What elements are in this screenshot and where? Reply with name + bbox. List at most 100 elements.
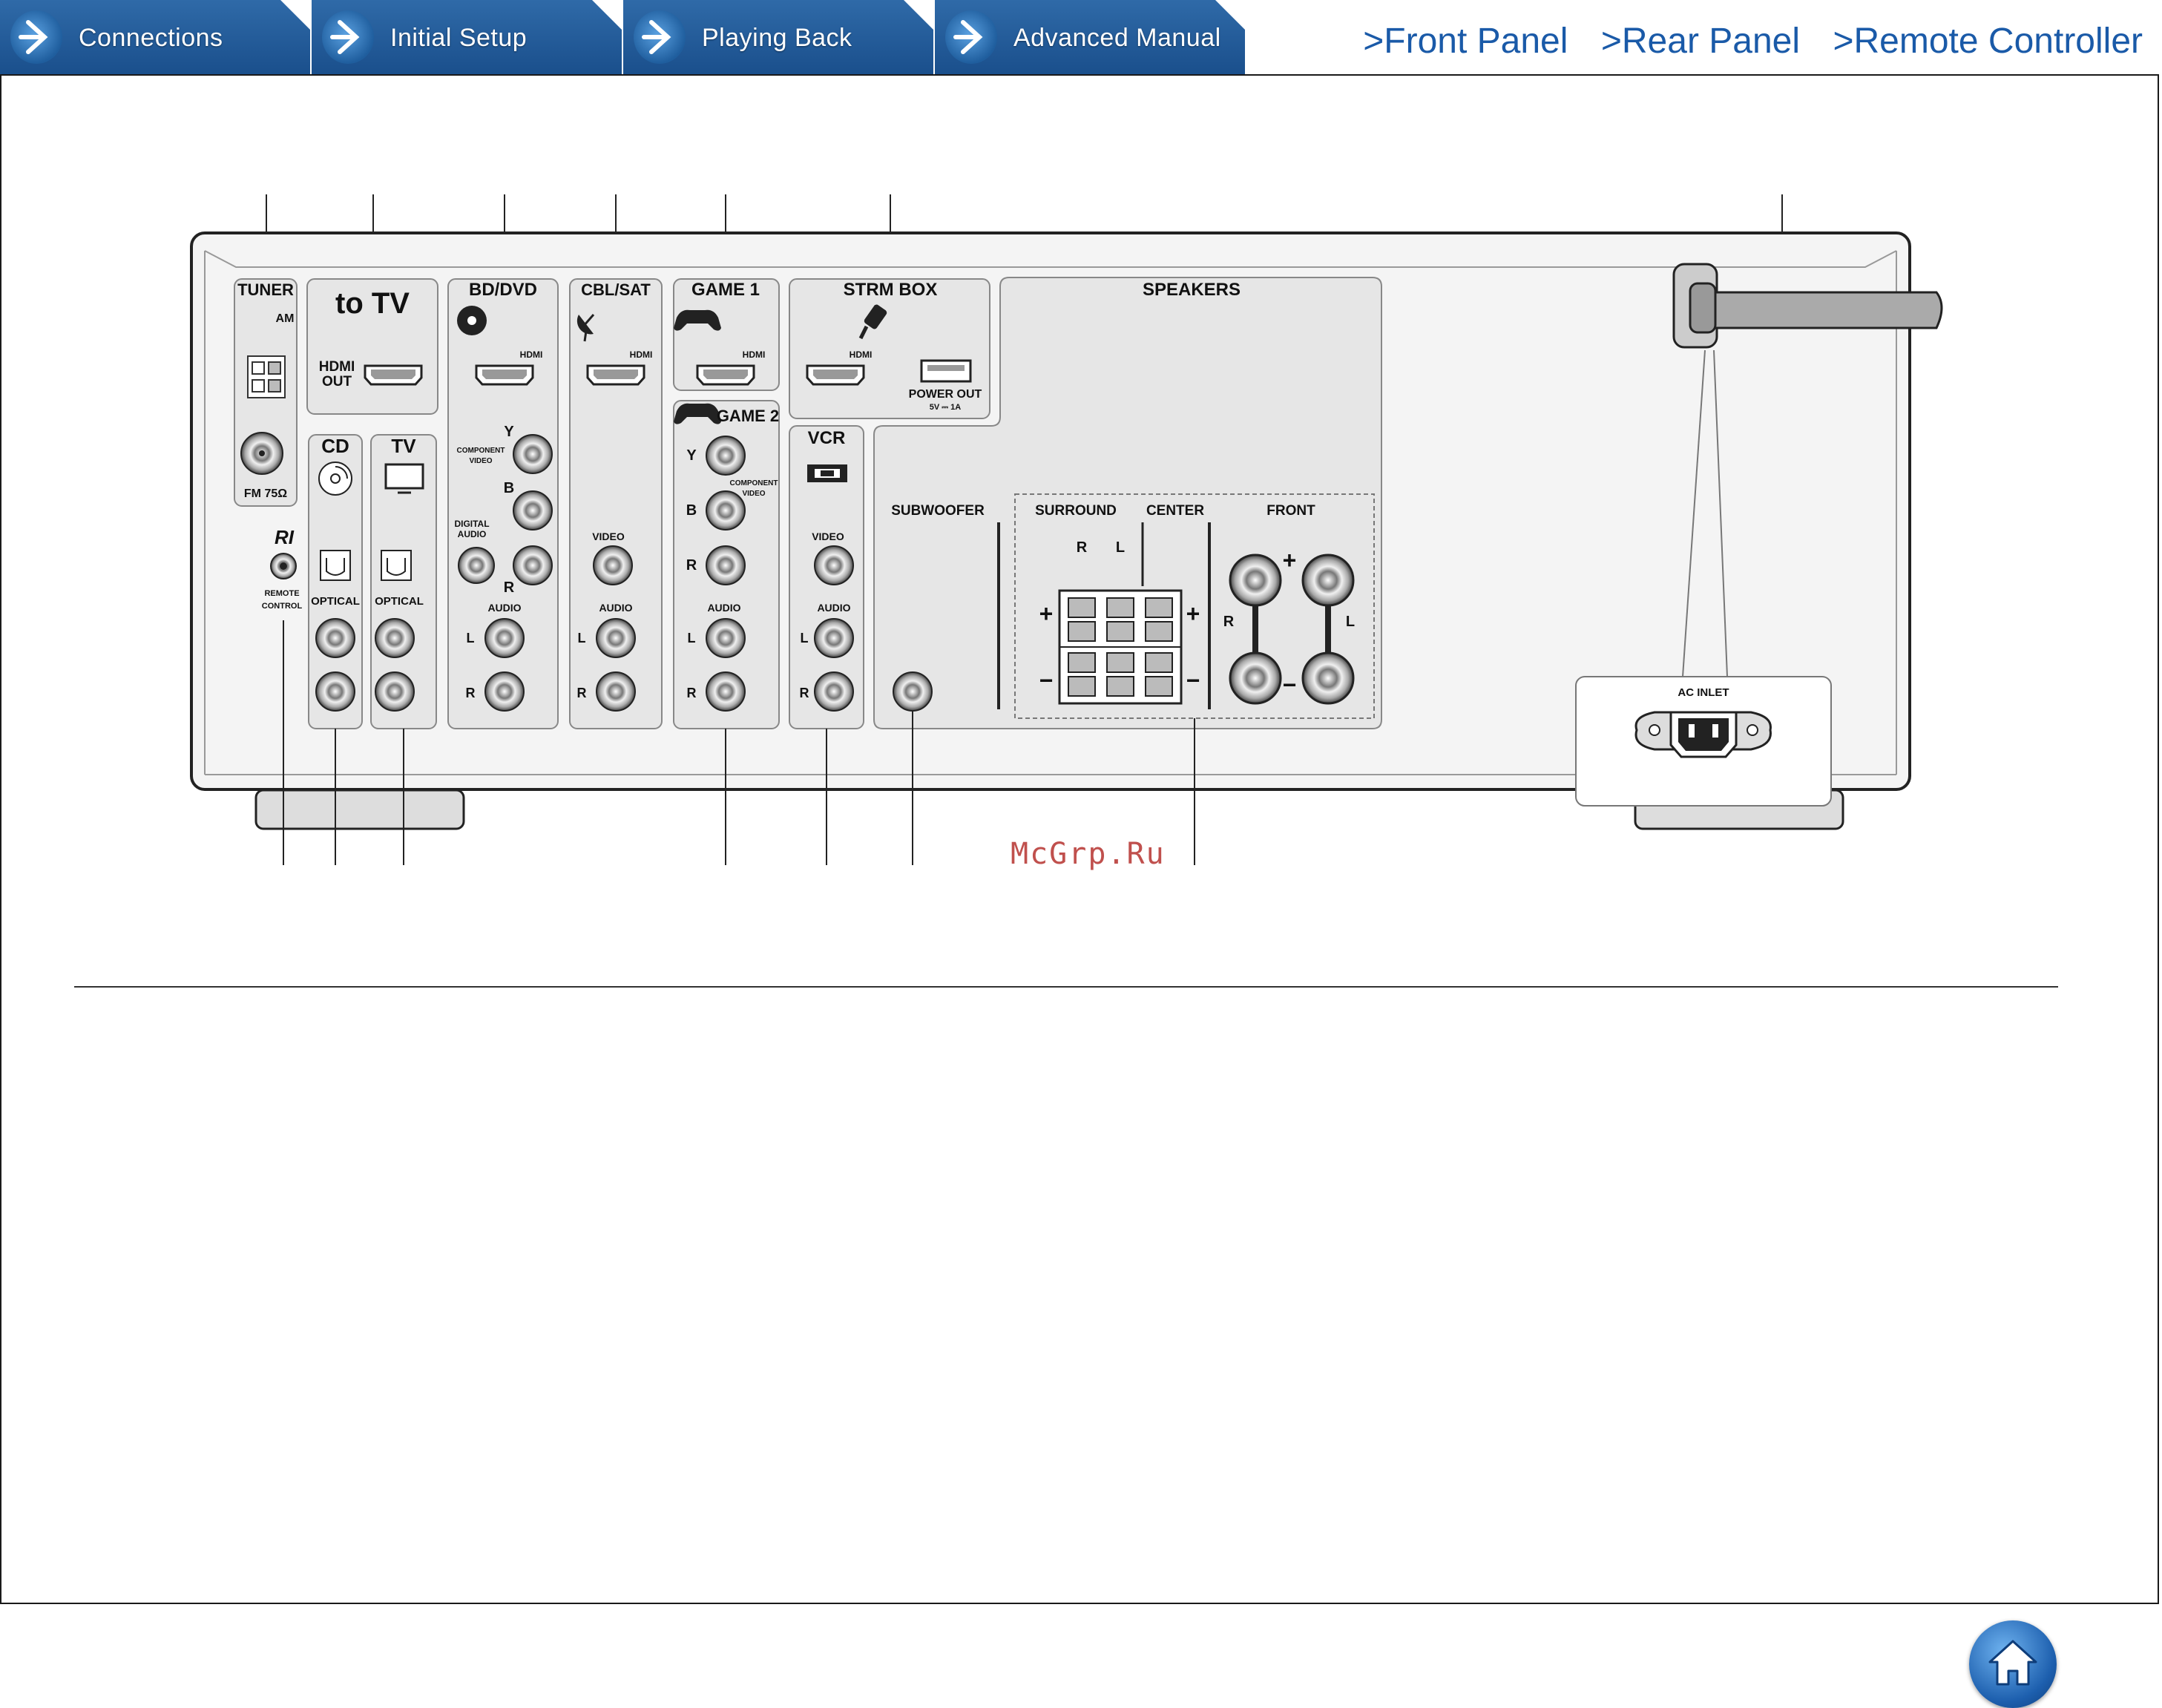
tuner-section: TUNER AM FM 75Ω <box>234 278 298 507</box>
vcr-video-label: VIDEO <box>812 531 844 542</box>
cbl-sat-hdmi-port[interactable] <box>586 364 645 386</box>
cassette-icon <box>807 464 847 482</box>
disc-icon <box>457 306 487 335</box>
cbl-sat-l-label: L <box>578 631 586 646</box>
bd-dvd-component-y-jack[interactable] <box>513 434 553 474</box>
bd-dvd-digital-label-2: AUDIO <box>458 529 487 539</box>
hdmi-out-port[interactable] <box>364 364 423 386</box>
tv-audio-l-jack[interactable] <box>375 618 415 658</box>
game1-section: GAME 1 HDMI <box>673 278 780 391</box>
front-r-label: R <box>1223 614 1235 630</box>
bd-dvd-title: BD/DVD <box>469 280 537 300</box>
tv-optical-label: OPTICAL <box>375 595 424 608</box>
strm-box-title: STRM BOX <box>844 280 938 300</box>
surround-label: SURROUND <box>1035 503 1117 519</box>
surround-center-terminal-block[interactable] <box>1058 589 1183 705</box>
bd-dvd-r2-label: R <box>466 686 476 700</box>
bd-dvd-audio-l-jack[interactable] <box>484 618 525 658</box>
game2-component-label-1: COMPONENT <box>730 479 778 487</box>
tv-title: TV <box>391 435 416 457</box>
to-tv-section: to TV HDMI OUT <box>306 278 438 415</box>
tuner-title: TUNER <box>237 280 294 299</box>
tv-section: TV OPTICAL <box>370 434 437 729</box>
ri-logo: RI <box>275 526 295 548</box>
fm-antenna-jack[interactable] <box>240 432 283 475</box>
game2-y-label: Y <box>686 447 697 464</box>
am-antenna-terminal[interactable] <box>247 355 286 398</box>
game2-component-b-jack[interactable] <box>706 490 746 531</box>
cd-optical-label: OPTICAL <box>311 595 360 608</box>
rear-panel-diagram: TUNER AM FM 75Ω to TV HDMI OUT RI REMOTE… <box>190 194 1943 865</box>
cbl-sat-video-jack[interactable] <box>593 545 633 585</box>
bd-dvd-section: BD/DVD HDMI Y COMPONENT VIDEO B R DIGITA… <box>447 278 559 729</box>
front-l-plus-terminal[interactable] <box>1301 554 1355 607</box>
home-button[interactable] <box>1969 1620 2057 1708</box>
vcr-l-label: L <box>801 631 809 646</box>
cbl-sat-r-label: R <box>577 686 587 700</box>
vcr-audio-r-jack[interactable] <box>814 671 854 712</box>
game2-audio-r-jack[interactable] <box>706 671 746 712</box>
surround-r-label: R <box>1077 539 1088 556</box>
ac-inlet-socket[interactable] <box>1634 711 1772 758</box>
center-label: CENTER <box>1146 503 1204 519</box>
bd-dvd-y-label: Y <box>504 424 514 440</box>
cd-optical-port[interactable] <box>320 550 351 581</box>
game2-component-r-jack[interactable] <box>706 545 746 585</box>
bd-dvd-component-b-jack[interactable] <box>513 490 553 531</box>
hdmi-out-label-1: HDMI <box>319 359 355 375</box>
plus-sign: + <box>1186 600 1200 627</box>
bd-dvd-hdmi-port[interactable] <box>475 364 534 386</box>
bd-dvd-audio-label: AUDIO <box>487 602 521 614</box>
usb-power-out-port[interactable] <box>920 359 972 383</box>
ac-inlet-label: AC INLET <box>1678 686 1729 699</box>
game2-component-y-jack[interactable] <box>706 436 746 476</box>
divider <box>74 986 2058 988</box>
game1-title: GAME 1 <box>691 280 760 300</box>
cd-audio-r-jack[interactable] <box>315 671 355 712</box>
vcr-video-jack[interactable] <box>814 545 854 585</box>
subwoofer-jack[interactable] <box>893 671 933 712</box>
bd-dvd-b-label: B <box>504 480 514 496</box>
cbl-sat-title: CBL/SAT <box>581 280 651 299</box>
ri-label-2: CONTROL <box>262 602 303 611</box>
home-icon <box>1988 1640 2037 1686</box>
bd-dvd-component-r-jack[interactable] <box>513 545 553 585</box>
front-l-minus-terminal[interactable] <box>1301 651 1355 705</box>
vcr-r-label: R <box>800 686 809 700</box>
strm-box-section: STRM BOX HDMI POWER OUT 5V ⎓ 1A <box>789 278 990 419</box>
tv-optical-port[interactable] <box>381 550 412 581</box>
cd-audio-l-jack[interactable] <box>315 618 355 658</box>
vcr-title: VCR <box>808 428 846 448</box>
front-r-plus-terminal[interactable] <box>1229 554 1282 607</box>
front-l-label: L <box>1346 614 1355 630</box>
to-tv-title: to TV <box>335 287 410 320</box>
ri-remote-control-jack[interactable] <box>270 553 297 579</box>
bd-dvd-r-label: R <box>504 579 515 596</box>
tv-audio-r-jack[interactable] <box>375 671 415 712</box>
bd-dvd-audio-r-jack[interactable] <box>484 671 525 712</box>
bd-dvd-component-label-1: COMPONENT <box>457 447 505 455</box>
game2-component-label-2: VIDEO <box>742 490 765 498</box>
game2-title: GAME 2 <box>717 407 779 425</box>
minus-sign: − <box>1283 671 1297 698</box>
watermark: McGrp.Ru <box>1011 837 1166 871</box>
game2-audio-label: AUDIO <box>707 602 740 614</box>
cd-title: CD <box>321 435 349 457</box>
front-r-minus-terminal[interactable] <box>1229 651 1282 705</box>
strm-box-hdmi-port[interactable] <box>806 364 865 386</box>
game2-audio-l-jack[interactable] <box>706 618 746 658</box>
cbl-sat-audio-r-jack[interactable] <box>596 671 636 712</box>
vcr-audio-l-jack[interactable] <box>814 618 854 658</box>
subwoofer-label: SUBWOOFER <box>891 503 985 519</box>
fm-label: FM 75Ω <box>244 487 287 500</box>
bd-dvd-l-label: L <box>467 631 475 646</box>
cbl-sat-audio-label: AUDIO <box>599 602 632 614</box>
cbl-sat-audio-l-jack[interactable] <box>596 618 636 658</box>
speakers-title: SPEAKERS <box>1143 280 1241 300</box>
game1-hdmi-port[interactable] <box>696 364 755 386</box>
cbl-sat-section: CBL/SAT HDMI VIDEO AUDIO L R <box>569 278 663 729</box>
hdmi-out-label-2: OUT <box>322 374 352 390</box>
bd-dvd-digital-audio-jack[interactable] <box>458 547 495 584</box>
strm-box-hdmi-label: HDMI <box>850 349 873 360</box>
cd-section: CD OPTICAL <box>308 434 363 729</box>
